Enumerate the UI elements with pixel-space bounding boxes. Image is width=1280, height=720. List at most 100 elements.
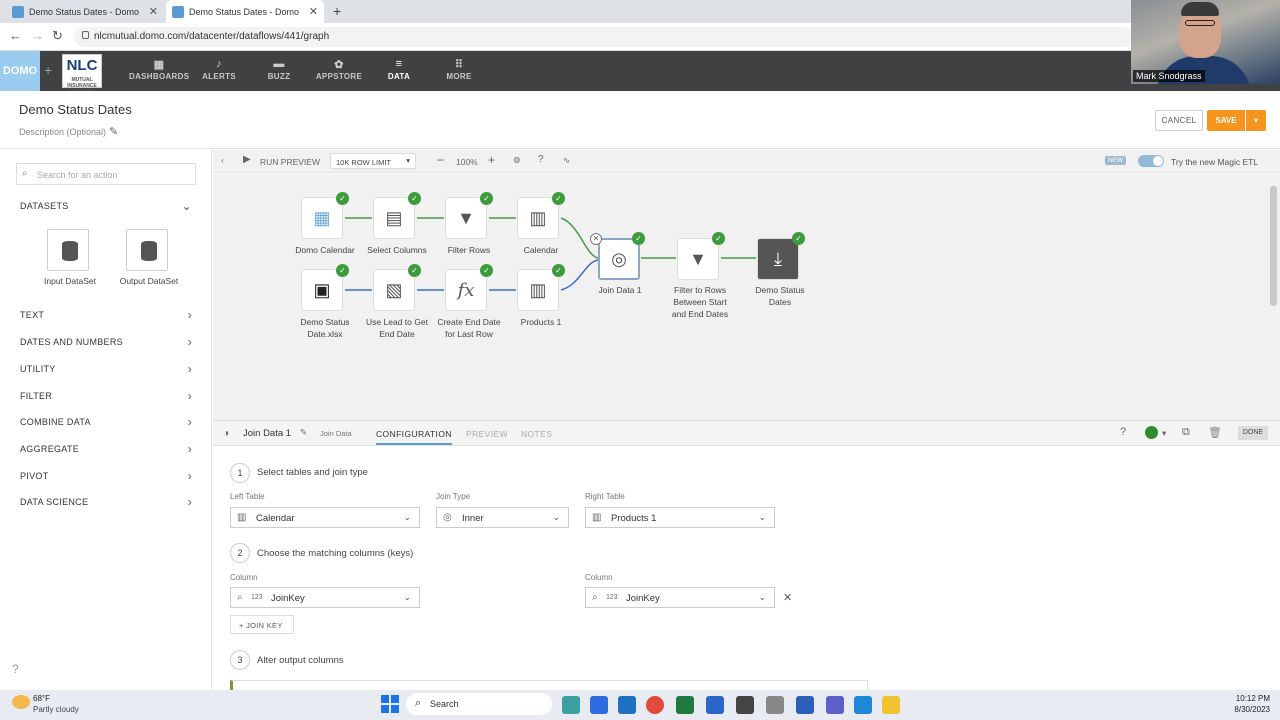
check-icon: ✓ xyxy=(408,192,421,205)
trash-icon[interactable]: 🗑 xyxy=(1208,426,1222,439)
table-icon: ▤ xyxy=(385,207,403,228)
node-products[interactable]: ▥ xyxy=(517,269,559,311)
file-explorer-icon[interactable] xyxy=(882,696,900,714)
field-label: Column xyxy=(230,573,258,582)
weather-text: Partly cloudy xyxy=(33,705,79,714)
node-label: Demo Status Date.xlsx xyxy=(300,317,350,339)
alter-columns-icon: ▥ xyxy=(529,207,547,228)
word-icon[interactable] xyxy=(796,696,814,714)
teams-icon[interactable] xyxy=(826,696,844,714)
node-use-lead[interactable]: ▧ xyxy=(373,269,415,311)
app-icon[interactable] xyxy=(766,696,784,714)
right-table-select[interactable]: ▥ Products 1 ⌄ xyxy=(585,507,775,528)
check-icon: ✓ xyxy=(480,192,493,205)
check-icon: ✓ xyxy=(792,232,805,245)
tile-color-picker[interactable] xyxy=(1145,426,1158,439)
node-label: Products 1 xyxy=(520,317,562,327)
check-icon: ✓ xyxy=(336,264,349,277)
check-icon: ✓ xyxy=(480,264,493,277)
edit-icon[interactable]: ✎ xyxy=(300,427,308,438)
vscode-icon[interactable] xyxy=(854,696,872,714)
step-label: Alter output columns xyxy=(257,655,344,666)
tab-notes[interactable]: NOTES xyxy=(521,429,552,439)
join-icon: ◑ xyxy=(223,428,230,439)
tab-preview[interactable]: PREVIEW xyxy=(466,429,508,439)
search-icon: ⌕ xyxy=(237,592,243,603)
formula-icon: fx xyxy=(457,279,475,301)
inner-join-icon: ◎ xyxy=(443,512,452,523)
remove-key-icon[interactable]: ✕ xyxy=(783,591,792,604)
check-icon: ✓ xyxy=(552,192,565,205)
step-number: 1 xyxy=(230,463,250,483)
chevron-down-icon: ⌄ xyxy=(758,512,766,522)
table-icon: ▥ xyxy=(237,512,247,523)
node-label: Calendar xyxy=(523,245,559,255)
field-label: Left Table xyxy=(230,492,265,501)
tile-name[interactable]: Join Data 1 xyxy=(243,428,291,439)
os-taskbar xyxy=(0,690,1280,720)
help-circle-icon[interactable]: ? xyxy=(1120,426,1127,438)
field-label: Join Type xyxy=(436,492,471,501)
alter-columns-icon: ▥ xyxy=(529,279,547,300)
node-demo-status-date-xlsx[interactable]: ▣ xyxy=(301,269,343,311)
node-label: Select Columns xyxy=(367,245,427,255)
step-label: Select tables and join type xyxy=(257,467,368,478)
done-button[interactable]: DONE xyxy=(1238,426,1268,440)
node-domo-calendar[interactable]: ▦ xyxy=(301,197,343,239)
search-icon: ⌕ xyxy=(415,697,422,709)
node-label: Filter Rows xyxy=(447,245,491,255)
join-icon: ◎ xyxy=(611,248,627,269)
tile-type: Join Data xyxy=(320,429,352,438)
taskbar-search[interactable]: ⌕ Search xyxy=(406,693,552,715)
windows-start-icon[interactable] xyxy=(381,695,399,713)
weather-icon xyxy=(12,695,30,709)
node-output-dataset[interactable]: ⤓ xyxy=(757,238,799,280)
table-icon: ▥ xyxy=(592,512,602,523)
join-type-select[interactable]: ◎ Inner ⌄ xyxy=(436,507,569,528)
check-icon: ✓ xyxy=(552,264,565,277)
step-label: Choose the matching columns (keys) xyxy=(257,548,414,559)
node-filter-rows[interactable]: ▼ xyxy=(445,197,487,239)
node-label: Domo Calendar xyxy=(295,245,355,255)
node-select-columns[interactable]: ▤ xyxy=(373,197,415,239)
rank-window-icon: ▧ xyxy=(385,279,403,300)
check-icon: ✓ xyxy=(632,232,645,245)
right-column-select[interactable]: ⌕ 123 JoinKey ⌄ xyxy=(585,587,775,608)
app-icon[interactable] xyxy=(562,696,580,714)
chevron-down-icon[interactable]: ▾ xyxy=(1162,428,1167,439)
node-label: Create End Date for Last Row xyxy=(437,317,501,339)
node-calendar[interactable]: ▥ xyxy=(517,197,559,239)
chevron-down-icon: ⌄ xyxy=(403,592,411,602)
weather-temp: 68°F xyxy=(33,694,50,703)
field-label: Right Table xyxy=(585,492,625,501)
filter-icon: ▼ xyxy=(689,248,707,269)
chrome-icon[interactable] xyxy=(646,696,664,714)
excel-icon: ▣ xyxy=(313,279,331,300)
excel-icon[interactable] xyxy=(676,696,694,714)
filter-icon: ▼ xyxy=(457,207,475,228)
check-icon: ✓ xyxy=(408,264,421,277)
outlook-icon[interactable] xyxy=(618,696,636,714)
app-icon[interactable] xyxy=(736,696,754,714)
check-icon: ✓ xyxy=(712,232,725,245)
number-type-icon: 123 xyxy=(606,594,618,601)
node-create-end-date[interactable]: fx xyxy=(445,269,487,311)
add-join-key-button[interactable]: + JOIN KEY xyxy=(230,615,294,634)
node-join-data[interactable]: ◎ xyxy=(598,238,640,280)
chevron-down-icon: ⌄ xyxy=(552,512,560,522)
check-icon: ✓ xyxy=(336,192,349,205)
node-filter-between-dates[interactable]: ▼ xyxy=(677,238,719,280)
chevron-down-icon: ⌄ xyxy=(403,512,411,522)
zoom-app-icon[interactable] xyxy=(590,696,608,714)
step-number: 2 xyxy=(230,543,250,563)
remove-node-icon[interactable]: ✕ xyxy=(590,233,602,245)
left-table-select[interactable]: ▥ Calendar ⌄ xyxy=(230,507,420,528)
step-number: 3 xyxy=(230,650,250,670)
copy-icon[interactable]: ⧉ xyxy=(1182,426,1190,439)
left-column-select[interactable]: ⌕ 123 JoinKey ⌄ xyxy=(230,587,420,608)
node-label: Use Lead to Get End Date xyxy=(366,317,428,339)
search-icon: ⌕ xyxy=(592,592,598,603)
tab-configuration[interactable]: CONFIGURATION xyxy=(376,429,452,445)
node-label: Demo Status Dates xyxy=(755,285,805,307)
app-icon[interactable] xyxy=(706,696,724,714)
